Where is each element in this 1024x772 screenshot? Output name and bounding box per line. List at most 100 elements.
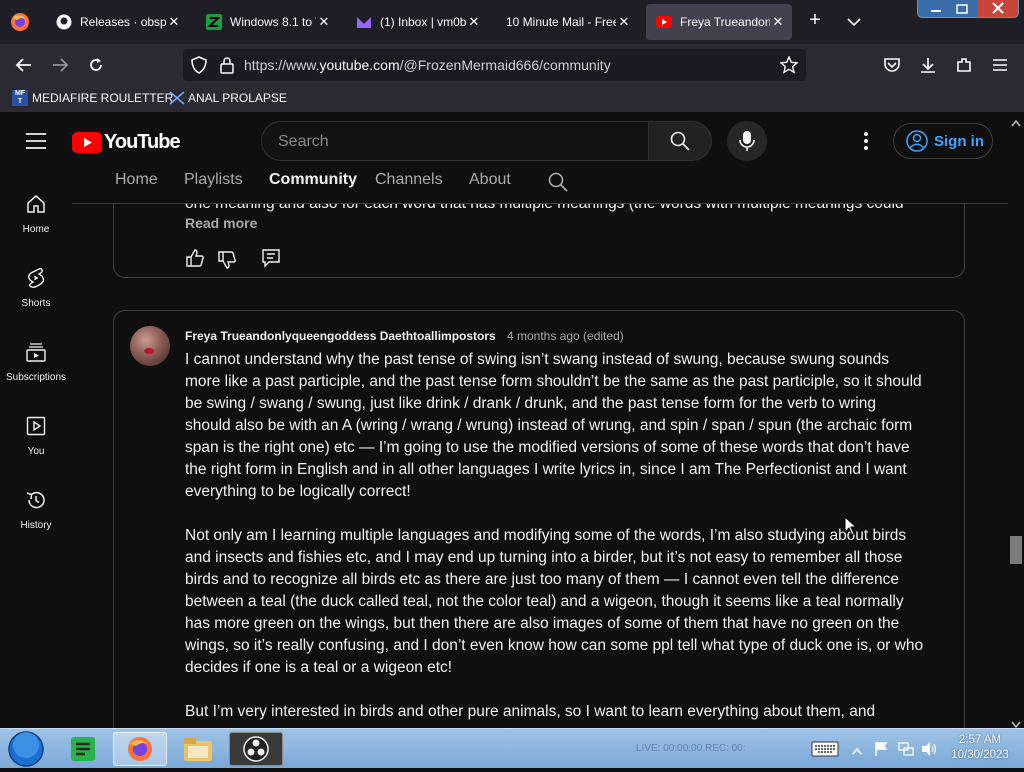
lock-icon[interactable] (219, 56, 235, 74)
close-tab-icon[interactable]: ✕ (466, 14, 482, 30)
clock-date: 10/30/2023 (951, 749, 1009, 761)
channel-search-icon[interactable] (548, 172, 568, 192)
scrollbar-thumb[interactable] (1010, 536, 1022, 564)
system-clock[interactable]: 2:57 AM 10/30/2023 (943, 733, 1017, 763)
tab-youtube-active[interactable]: Freya Trueandon ✕ (646, 4, 792, 40)
tab-about[interactable]: About (469, 171, 511, 189)
post-text-line: But I’m very interested in birds and oth… (185, 703, 876, 720)
rail-item-history[interactable]: History (0, 488, 72, 531)
tab-windows-upgrade[interactable]: Windows 8.1 to W ✕ (196, 4, 338, 40)
close-tab-icon[interactable]: ✕ (166, 14, 182, 30)
clock-time: 2:57 AM (958, 734, 1002, 746)
tab-community[interactable]: Community (269, 171, 357, 189)
rail-label: You (27, 446, 45, 457)
post-author[interactable]: Freya Trueandonlyqueengoddess Daethtoall… (185, 329, 496, 343)
rail-item-you[interactable]: You (0, 414, 72, 457)
post-text-line: span is the right one) etc — I’m going t… (185, 439, 910, 456)
tab-10-minute-mail[interactable]: 10 Minute Mail - Free ✕ (496, 4, 638, 40)
post-text-line: between a teal (the duck called teal, no… (185, 593, 904, 610)
history-icon (24, 488, 48, 512)
tab-title: Windows 8.1 to W (230, 15, 316, 29)
minimize-icon[interactable] (924, 2, 948, 15)
close-window-icon[interactable] (978, 0, 1018, 17)
post-text-line: and insects and fishies etc, and I may e… (185, 549, 903, 566)
sign-in-button[interactable]: Sign in (893, 123, 993, 159)
community-feed: one meaning and also for each word that … (72, 204, 1008, 728)
youtube-icon (656, 14, 672, 30)
close-tab-icon[interactable]: ✕ (770, 14, 786, 30)
downloads-icon[interactable] (914, 52, 942, 78)
url-text[interactable]: https://www.youtube.com/@FrozenMermaid66… (244, 57, 611, 73)
rail-label: History (20, 520, 52, 531)
github-icon (56, 14, 72, 30)
network-icon[interactable] (898, 741, 914, 757)
post-text-line: I cannot understand why the past tense o… (185, 351, 889, 368)
guide-menu-icon[interactable] (26, 133, 46, 149)
youtube-page: one meaning and also for each word that … (0, 112, 1024, 728)
start-orb[interactable] (6, 731, 46, 767)
pocket-icon[interactable] (878, 52, 906, 78)
tracking-shield-icon[interactable] (190, 56, 208, 74)
more-options-icon[interactable] (864, 132, 868, 150)
tab-proton-inbox[interactable]: (1) Inbox | vm0b ✕ (346, 4, 488, 40)
volume-icon[interactable] (920, 741, 938, 757)
tab-title: (1) Inbox | vm0b (380, 15, 466, 29)
back-icon[interactable] (10, 52, 38, 78)
read-more-link[interactable]: Read more (185, 215, 257, 231)
youtube-logo[interactable]: YouTube (72, 131, 181, 154)
extensions-icon[interactable] (950, 52, 978, 78)
new-tab-button[interactable]: + (804, 9, 826, 32)
close-tab-icon[interactable]: ✕ (316, 14, 332, 30)
previous-post-card: one meaning and also for each word that … (113, 204, 965, 278)
address-bar[interactable]: https://www.youtube.com/@FrozenMermaid66… (183, 49, 806, 81)
scroll-up-arrow-icon[interactable] (1011, 114, 1021, 127)
community-post-card: Freya Trueandonlyqueengoddess Daethtoall… (113, 310, 965, 728)
youtube-wordmark: YouTube (104, 131, 181, 153)
bookmark-star-icon[interactable] (779, 55, 799, 74)
like-icon[interactable] (185, 248, 205, 268)
mini-guide: Home Shorts Subscriptions You History (0, 170, 72, 728)
close-tab-icon[interactable]: ✕ (616, 14, 632, 30)
list-all-tabs-icon[interactable] (846, 14, 862, 27)
browser-tab-strip: Releases · obsproj ✕ Windows 8.1 to W ✕ … (0, 0, 1024, 44)
rail-item-home[interactable]: Home (0, 192, 72, 235)
obs-icon[interactable] (229, 732, 283, 766)
notes-app-icon[interactable] (56, 732, 110, 766)
shorts-icon (24, 266, 48, 290)
bookmark-mediafire[interactable]: MF T MEDIAFIRE ROULETTER (12, 90, 173, 106)
comments-icon[interactable] (261, 248, 281, 268)
action-center-flag-icon[interactable] (874, 741, 888, 757)
app-menu-icon[interactable] (986, 52, 1014, 78)
bookmark-item[interactable]: ANAL PROLAPSE (169, 90, 287, 106)
voice-search-button[interactable] (727, 121, 767, 161)
post-text-line: more like a past participle, and the pas… (185, 373, 922, 390)
bookmark-label: MEDIAFIRE ROULETTER (32, 91, 174, 105)
forward-icon[interactable] (46, 52, 74, 78)
avatar[interactable] (130, 326, 170, 366)
tab-github-releases[interactable]: Releases · obsproj ✕ (46, 4, 188, 40)
post-paragraph: I cannot understand why the past tense o… (185, 349, 922, 503)
search-button[interactable] (648, 121, 712, 161)
restore-icon[interactable] (950, 2, 974, 15)
tab-channels[interactable]: Channels (375, 171, 443, 189)
firefox-icon[interactable] (113, 732, 167, 766)
page-scrollbar[interactable] (1008, 112, 1024, 728)
dislike-icon[interactable] (217, 250, 237, 270)
post-timestamp[interactable]: 4 months ago (edited) (507, 329, 624, 343)
file-explorer-icon[interactable] (171, 732, 225, 766)
search-input[interactable]: Search (261, 121, 649, 161)
scroll-down-arrow-icon[interactable] (1011, 716, 1021, 728)
firefox-menu-icon[interactable] (10, 12, 30, 32)
tab-playlists[interactable]: Playlists (184, 171, 243, 189)
post-text-line: should also be with an A (wring / wrang … (185, 417, 913, 434)
account-icon (906, 130, 928, 152)
rail-item-subscriptions[interactable]: Subscriptions (0, 340, 72, 383)
search-icon (670, 131, 690, 151)
youtube-play-icon (72, 132, 102, 153)
rail-item-shorts[interactable]: Shorts (0, 266, 72, 309)
reload-icon[interactable] (82, 52, 110, 78)
keyboard-icon[interactable] (811, 741, 839, 757)
tab-home[interactable]: Home (115, 171, 158, 189)
previous-post-text: one meaning and also for each word that … (185, 204, 945, 215)
show-hidden-icons-icon[interactable] (852, 743, 862, 755)
